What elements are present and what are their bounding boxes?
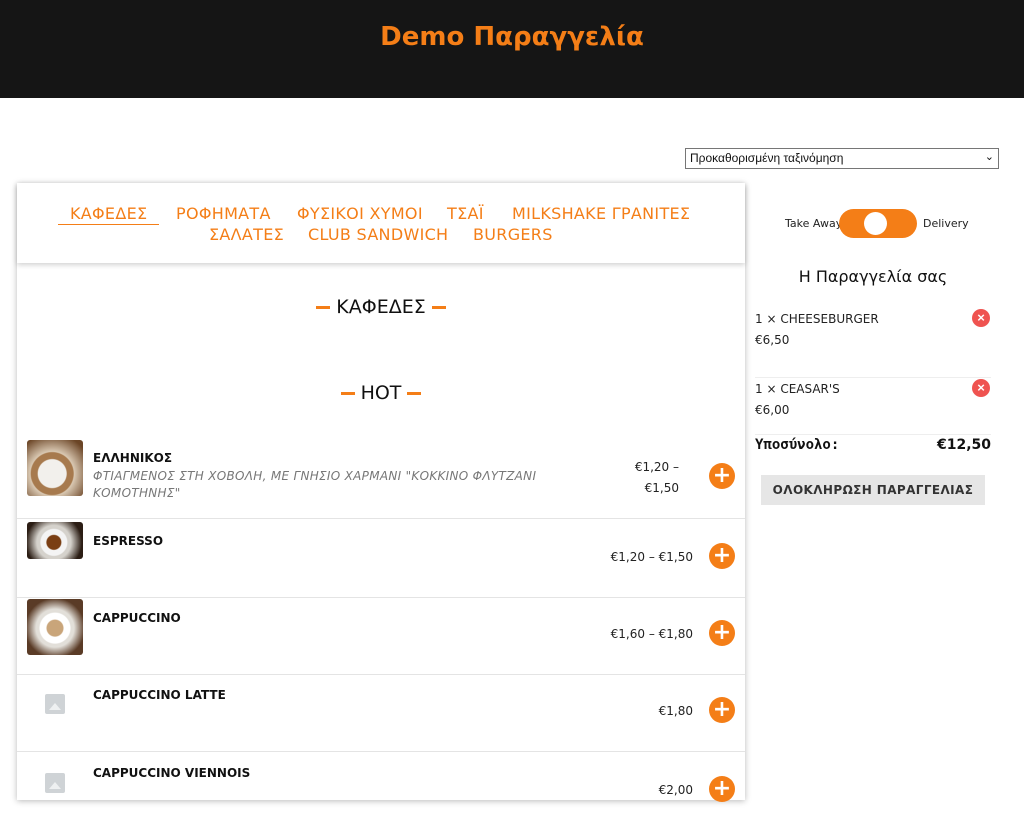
product-description: ΦΤΙΑΓΜΕΝΟΣ ΣΤΗ ΧΟΒΟΛΗ, ΜΕ ΓΝΗΣΙΟ ΧΑΡΜΑΝΙ…	[93, 469, 537, 500]
checkout-button[interactable]: ΟΛΟΚΛΗΡΩΣΗ ΠΑΡΑΓΓΕΛΙΑΣ	[761, 475, 985, 505]
category-link-kafedes[interactable]: ΚΑΦΕΔΕΣ	[58, 204, 160, 225]
menu-card: ΚΑΦΕΔΕΣ ΡΟΦΗΜΑΤΑ ΦΥΣΙΚΟΙ ΧΥΜΟΙ ΤΣΑΪ MILK…	[17, 183, 745, 802]
category-link-burgers[interactable]: BURGERS	[473, 225, 553, 244]
category-heading-text: ΚΑΦΕΔΕΣ	[336, 296, 426, 318]
product-price: €1,60 – €1,80	[610, 627, 693, 641]
subcategory-heading-text: HOT	[360, 382, 402, 404]
order-item-label: 1 × CEASAR'S	[755, 382, 840, 396]
category-link-rofimata[interactable]: ΡΟΦΗΜΑΤΑ	[176, 204, 271, 223]
product-row: ΕΛΛΗΝΙΚΟΣ ΦΤΙΑΓΜΕΝΟΣ ΣΤΗ ΧΟΒΟΛΗ, ΜΕ ΓΝΗΣ…	[17, 440, 745, 519]
chevron-down-icon: ⌄	[984, 151, 994, 163]
category-heading: ΚΑΦΕΔΕΣ	[17, 296, 745, 318]
product-price: €1,80	[658, 704, 693, 718]
order-title: Η Παραγγελία σας	[798, 267, 948, 286]
delivery-label: Delivery	[923, 217, 969, 230]
plus-circle-icon[interactable]: +	[709, 543, 735, 569]
subtotal-value: €12,50	[936, 437, 991, 453]
product-name[interactable]: ΕΛΛΗΝΙΚΟΣ	[93, 451, 172, 465]
plus-circle-icon[interactable]: +	[709, 463, 735, 489]
product-row: CAPPUCCINO €1,60 – €1,80 +	[17, 596, 745, 675]
greek-coffee-image[interactable]	[27, 440, 83, 496]
espresso-image[interactable]	[27, 522, 83, 559]
toggle-knob	[864, 212, 887, 235]
cappuccino-image[interactable]	[27, 599, 83, 655]
product-row: CAPPUCCINO LATTE €1,80 +	[17, 673, 745, 752]
site-header: Demo Παραγγελία	[0, 0, 1024, 98]
product-row: CAPPUCCINO VIENNOIS €2,00 +	[17, 751, 745, 829]
image-placeholder[interactable]	[27, 755, 83, 811]
category-link-milkshake[interactable]: MILKSHAKE ΓΡΑΝΙΤΕΣ	[512, 204, 690, 223]
sort-select[interactable]: Προκαθορισμένη ταξινόμηση ⌄	[685, 148, 999, 169]
product-price: €1,20 – €1,50	[610, 550, 693, 564]
order-item: 1 × CHEESEBURGER €6,50 ×	[755, 307, 991, 378]
order-item: 1 × CEASAR'S €6,00 ×	[755, 377, 991, 435]
product-price: €2,00	[658, 783, 693, 797]
category-link-fysikoi-xymoi[interactable]: ΦΥΣΙΚΟΙ ΧΥΜΟΙ	[297, 204, 423, 223]
image-placeholder[interactable]	[27, 676, 83, 732]
category-link-club-sandwich[interactable]: CLUB SANDWICH	[308, 225, 448, 244]
close-circle-icon[interactable]: ×	[972, 379, 990, 397]
take-away-label: Take Away	[785, 217, 843, 230]
plus-circle-icon[interactable]: +	[709, 776, 735, 802]
product-row: ESPRESSO €1,20 – €1,50 +	[17, 519, 745, 598]
product-name[interactable]: ESPRESSO	[93, 534, 163, 548]
subtotal-label: Υποσύνολο:	[755, 437, 840, 453]
order-item-label: 1 × CHEESEBURGER	[755, 312, 879, 326]
page-title: Demo Παραγγελία	[380, 22, 644, 52]
placeholder-icon	[45, 773, 65, 793]
product-price: €1,20 – €1,50	[634, 460, 679, 495]
sort-select-value: Προκαθορισμένη ταξινόμηση	[690, 151, 844, 165]
category-nav: ΚΑΦΕΔΕΣ ΡΟΦΗΜΑΤΑ ΦΥΣΙΚΟΙ ΧΥΜΟΙ ΤΣΑΪ MILK…	[17, 183, 745, 263]
close-circle-icon[interactable]: ×	[972, 309, 990, 327]
order-item-price: €6,50	[755, 333, 790, 347]
subtotal-row: Υποσύνολο: €12,50	[755, 437, 991, 457]
product-name[interactable]: CAPPUCCINO VIENNOIS	[93, 766, 250, 780]
delivery-mode-toggle-row: Take Away Delivery	[785, 208, 985, 238]
order-item-price: €6,00	[755, 403, 790, 417]
product-name[interactable]: CAPPUCCINO	[93, 611, 181, 625]
delivery-mode-toggle[interactable]	[839, 209, 917, 238]
placeholder-icon	[45, 694, 65, 714]
plus-circle-icon[interactable]: +	[709, 620, 735, 646]
plus-circle-icon[interactable]: +	[709, 697, 735, 723]
subcategory-heading: HOT	[17, 382, 745, 404]
category-link-tsai[interactable]: ΤΣΑΪ	[447, 204, 484, 223]
product-name[interactable]: CAPPUCCINO LATTE	[93, 688, 226, 702]
category-link-salates[interactable]: ΣΑΛΑΤΕΣ	[209, 225, 284, 244]
